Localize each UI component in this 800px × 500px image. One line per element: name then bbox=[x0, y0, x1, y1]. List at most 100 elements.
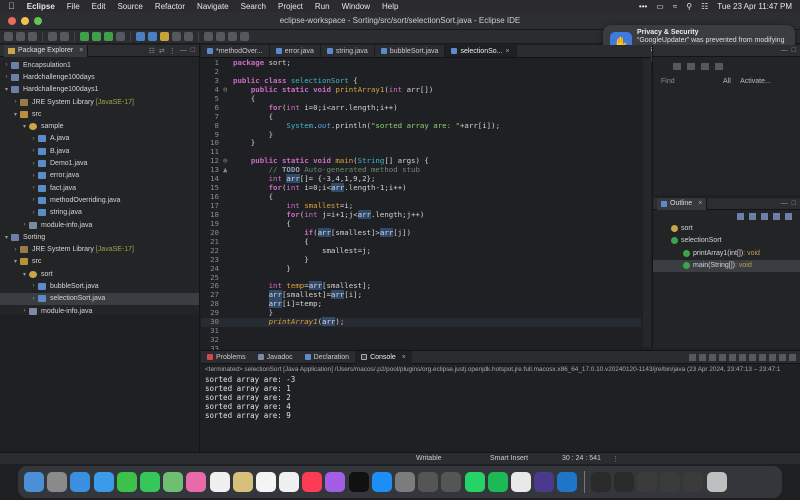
system-settings-icon[interactable] bbox=[395, 472, 415, 492]
tab-console[interactable]: Console × bbox=[355, 350, 412, 364]
tab-javadoc[interactable]: Javadoc bbox=[252, 351, 299, 364]
forward-icon[interactable] bbox=[240, 32, 249, 41]
new-task-icon[interactable] bbox=[673, 63, 681, 70]
launchpad-icon[interactable] bbox=[47, 472, 68, 492]
close-window-button[interactable] bbox=[8, 17, 16, 25]
outline-item[interactable]: selectionSort bbox=[653, 235, 800, 248]
menu-app-name[interactable]: Eclipse bbox=[27, 2, 55, 11]
remove-launch-icon[interactable] bbox=[699, 353, 706, 361]
external-tools-icon[interactable] bbox=[116, 32, 125, 41]
pin-console-icon[interactable] bbox=[749, 353, 756, 361]
menu-clock[interactable]: Tue 23 Apr 11:47 PM bbox=[717, 2, 792, 11]
back-icon[interactable] bbox=[228, 32, 237, 41]
zoom-window-button[interactable] bbox=[34, 17, 42, 25]
code-line[interactable]: 31 bbox=[201, 326, 641, 336]
contacts-icon[interactable] bbox=[232, 472, 253, 492]
status-dots-icon[interactable]: ••• bbox=[639, 2, 647, 11]
minimize-view-icon[interactable]: — bbox=[180, 47, 187, 55]
app-store-icon[interactable] bbox=[371, 472, 392, 492]
help-icon[interactable] bbox=[418, 472, 439, 492]
tree-item[interactable]: › Hardchallenge100days bbox=[0, 71, 199, 83]
menu-refactor[interactable]: Refactor bbox=[155, 2, 185, 11]
insert-mode-status[interactable]: Smart Insert bbox=[490, 455, 528, 462]
editor-tab[interactable]: *methodOver... bbox=[201, 45, 270, 57]
code-line[interactable]: 4 ⊖ public static void printArray1(int ar… bbox=[201, 85, 641, 95]
close-icon[interactable]: × bbox=[698, 200, 702, 207]
code-line[interactable]: 30 printArray1(arr); bbox=[201, 317, 641, 328]
coverage-icon[interactable] bbox=[104, 32, 113, 41]
activate-link[interactable]: Activate... bbox=[740, 78, 771, 85]
mail-icon[interactable] bbox=[93, 472, 114, 492]
menu-file[interactable]: File bbox=[67, 2, 80, 11]
chevron-right-icon[interactable]: › bbox=[29, 185, 38, 191]
maximize-view-icon[interactable] bbox=[789, 353, 796, 361]
freeform-icon[interactable] bbox=[279, 472, 300, 492]
tree-item[interactable]: › module-info.java bbox=[0, 219, 199, 231]
sort-icon[interactable] bbox=[737, 212, 744, 220]
chevron-right-icon[interactable]: › bbox=[29, 161, 38, 167]
outline-item[interactable]: main(String[]) : void bbox=[653, 259, 800, 272]
hide-static-icon[interactable] bbox=[761, 212, 768, 220]
view-menu-icon[interactable] bbox=[785, 212, 792, 220]
recent-app-icon[interactable] bbox=[660, 472, 681, 492]
hide-fields-icon[interactable] bbox=[749, 212, 756, 220]
help-icon[interactable] bbox=[441, 472, 462, 492]
tab-outline[interactable]: Outline × bbox=[657, 197, 708, 210]
search-icon[interactable] bbox=[184, 32, 193, 41]
terminal-icon[interactable] bbox=[60, 32, 69, 41]
tree-item[interactable]: ▾ src bbox=[0, 256, 199, 268]
chrome-icon[interactable] bbox=[510, 472, 531, 492]
open-type-icon[interactable] bbox=[172, 32, 181, 41]
chevron-right-icon[interactable]: › bbox=[29, 283, 38, 289]
code-line[interactable]: 10 } bbox=[201, 138, 641, 148]
menu-run[interactable]: Run bbox=[315, 2, 330, 11]
minimize-window-button[interactable] bbox=[21, 17, 29, 25]
facetime-icon[interactable] bbox=[116, 472, 137, 492]
close-icon[interactable]: × bbox=[505, 48, 509, 55]
chevron-right-icon[interactable]: › bbox=[29, 197, 38, 203]
reminders-icon[interactable] bbox=[255, 472, 276, 492]
chevron-down-icon[interactable]: ▾ bbox=[20, 123, 29, 130]
remove-all-icon[interactable] bbox=[709, 353, 716, 361]
minimize-view-icon[interactable] bbox=[779, 353, 786, 361]
next-annotation-icon[interactable] bbox=[204, 32, 213, 41]
open-console-icon[interactable] bbox=[769, 353, 776, 361]
fold-marker-icon[interactable]: ⊖ bbox=[223, 85, 233, 95]
calendar-icon[interactable] bbox=[209, 472, 230, 492]
recent-app-icon[interactable] bbox=[637, 472, 658, 492]
new-icon[interactable] bbox=[4, 32, 13, 41]
spotlight-search-icon[interactable]: ⚲ bbox=[686, 2, 692, 11]
maps-icon[interactable] bbox=[163, 472, 184, 492]
debug-skip-icon[interactable] bbox=[48, 32, 57, 41]
wifi-icon[interactable]: ≈ bbox=[673, 2, 677, 11]
close-icon[interactable]: × bbox=[402, 354, 406, 361]
eclipse-icon[interactable] bbox=[534, 472, 555, 492]
console-output[interactable]: sorted array are: -3 sorted array are: 1s… bbox=[201, 375, 800, 420]
editor-tab[interactable]: selectionSo... × bbox=[445, 45, 517, 57]
maximize-view-icon[interactable]: □ bbox=[792, 47, 796, 54]
chevron-right-icon[interactable]: › bbox=[29, 296, 38, 302]
battery-icon[interactable]: ▭ bbox=[656, 2, 664, 11]
chevron-right-icon[interactable]: › bbox=[29, 136, 38, 142]
collapse-all-icon[interactable]: ☷ bbox=[149, 47, 155, 55]
terminate-icon[interactable] bbox=[689, 353, 696, 361]
tree-item[interactable]: › string.java bbox=[0, 207, 199, 219]
tree-item[interactable]: › A.java bbox=[0, 133, 199, 145]
menu-edit[interactable]: Edit bbox=[92, 2, 106, 11]
editor-tab[interactable]: error.java bbox=[270, 45, 321, 57]
hide-non-public-icon[interactable] bbox=[773, 212, 780, 220]
menu-source[interactable]: Source bbox=[117, 2, 142, 11]
chevron-down-icon[interactable]: ▾ bbox=[20, 271, 29, 278]
chevron-right-icon[interactable]: › bbox=[20, 308, 29, 314]
control-center-icon[interactable]: ☷ bbox=[701, 2, 708, 11]
messages-icon[interactable] bbox=[139, 472, 160, 492]
code-line[interactable]: 24 } bbox=[201, 264, 641, 274]
photos-icon[interactable] bbox=[186, 472, 207, 492]
vscode-icon[interactable] bbox=[557, 472, 578, 492]
debug-icon[interactable] bbox=[80, 32, 89, 41]
whatsapp-icon[interactable] bbox=[464, 472, 485, 492]
view-menu-icon[interactable] bbox=[715, 63, 723, 70]
new-package-icon[interactable] bbox=[148, 32, 157, 41]
tree-item[interactable]: › Demo1.java bbox=[0, 157, 199, 169]
menu-help[interactable]: Help bbox=[382, 2, 398, 11]
